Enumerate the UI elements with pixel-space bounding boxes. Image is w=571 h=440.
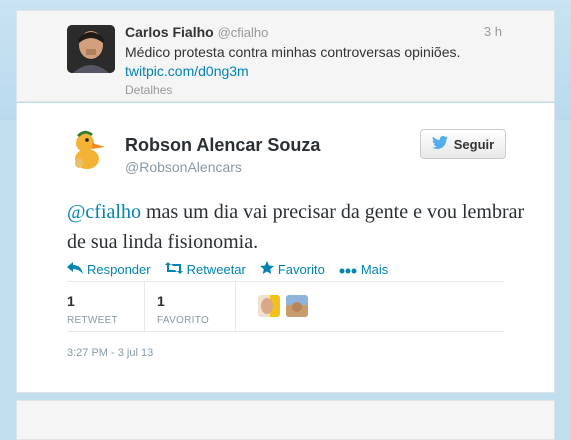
tweet-link[interactable]: twitpic.com/d0ng3m <box>125 63 249 79</box>
retweet-icon <box>164 261 183 277</box>
tweet-timestamp[interactable]: 3:27 PM - 3 jul 13 <box>67 347 153 359</box>
main-tweet: Robson Alencar Souza @RobsonAlencars Seg… <box>16 103 555 393</box>
tweet-stats: 1 RETWEET 1 FAVORITO <box>67 281 309 331</box>
favorite-label: Favorito <box>277 261 325 277</box>
more-action[interactable]: Mais <box>339 261 388 277</box>
stat-divider <box>235 281 237 331</box>
reply-box[interactable] <box>16 400 555 440</box>
tweet-time[interactable]: 3 h <box>484 24 502 39</box>
favorite-action[interactable]: Favorito <box>259 261 325 277</box>
tweet-text: Médico protesta contra minhas controvers… <box>125 44 461 60</box>
author-name[interactable]: Carlos Fialho <box>125 24 214 40</box>
tweet-actions: Responder Retweetar Favorito Mais <box>67 261 388 277</box>
follow-label: Seguir <box>453 136 495 152</box>
follow-button[interactable]: Seguir <box>420 129 506 159</box>
divider <box>67 331 504 332</box>
favorite-stat[interactable]: 1 FAVORITO <box>157 281 235 331</box>
author-handle[interactable]: @cfialho <box>218 25 269 40</box>
mention-link[interactable]: @cfialho <box>67 201 141 223</box>
tweet-text: @cfialho mas um dia vai precisar da gent… <box>67 197 527 257</box>
retweet-stat[interactable]: 1 RETWEET <box>67 281 144 331</box>
parent-tweet[interactable]: Carlos Fialho @cfialho 3 h Médico protes… <box>16 10 555 102</box>
retweet-stat-label: RETWEET <box>67 315 118 326</box>
twitter-bird-icon <box>431 135 448 152</box>
more-dots-icon <box>339 262 357 277</box>
avatar[interactable] <box>65 125 113 173</box>
stat-divider <box>144 281 145 331</box>
user-faces <box>248 281 309 331</box>
reply-action[interactable]: Responder <box>67 261 151 277</box>
author-handle[interactable]: @RobsonAlencars <box>125 159 242 175</box>
retweet-action[interactable]: Retweetar <box>164 261 246 277</box>
retweet-count: 1 <box>67 293 75 309</box>
author-line: Carlos Fialho @cfialho <box>125 24 268 40</box>
favorite-stat-label: FAVORITO <box>157 315 210 326</box>
reply-icon <box>67 261 83 277</box>
author-name[interactable]: Robson Alencar Souza <box>125 135 320 156</box>
reply-label: Responder <box>87 261 151 277</box>
star-icon <box>259 261 274 277</box>
user-avatar[interactable] <box>286 295 309 317</box>
more-label: Mais <box>360 261 389 277</box>
user-avatar[interactable] <box>258 295 281 317</box>
favorite-count: 1 <box>157 293 165 309</box>
retweet-label: Retweetar <box>186 261 246 277</box>
avatar[interactable] <box>67 25 115 73</box>
details-link[interactable]: Detalhes <box>125 83 172 97</box>
